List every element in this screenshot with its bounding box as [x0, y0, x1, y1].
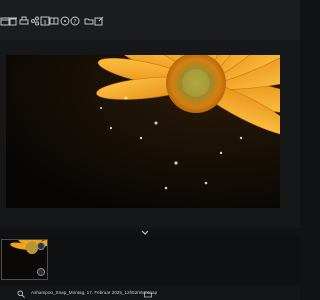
toolbar: ? — [0, 0, 300, 40]
help-icon[interactable]: ? — [70, 16, 80, 26]
thumbnail[interactable] — [1, 239, 48, 280]
thumbnail-settings-icon[interactable] — [37, 242, 45, 250]
external-icon[interactable] — [94, 16, 104, 26]
print-icon[interactable] — [19, 16, 29, 26]
compare-icon[interactable] — [49, 16, 59, 26]
gerbera-flower-image — [6, 55, 280, 208]
share-icon[interactable] — [30, 16, 40, 26]
folder-icon[interactable] — [84, 16, 94, 26]
zoom-icon[interactable] — [17, 290, 25, 298]
delete-icon[interactable] — [8, 16, 18, 26]
status-filename: Ashampoo_Snap_Montag, 17. Februar 2025_1… — [31, 290, 158, 295]
svg-text:?: ? — [73, 19, 76, 26]
thumbnail-close-icon[interactable] — [37, 268, 45, 276]
chat-icon[interactable] — [60, 16, 70, 26]
open-folder-icon[interactable] — [144, 290, 152, 298]
image-viewer — [0, 40, 300, 228]
main-image[interactable] — [6, 55, 280, 208]
